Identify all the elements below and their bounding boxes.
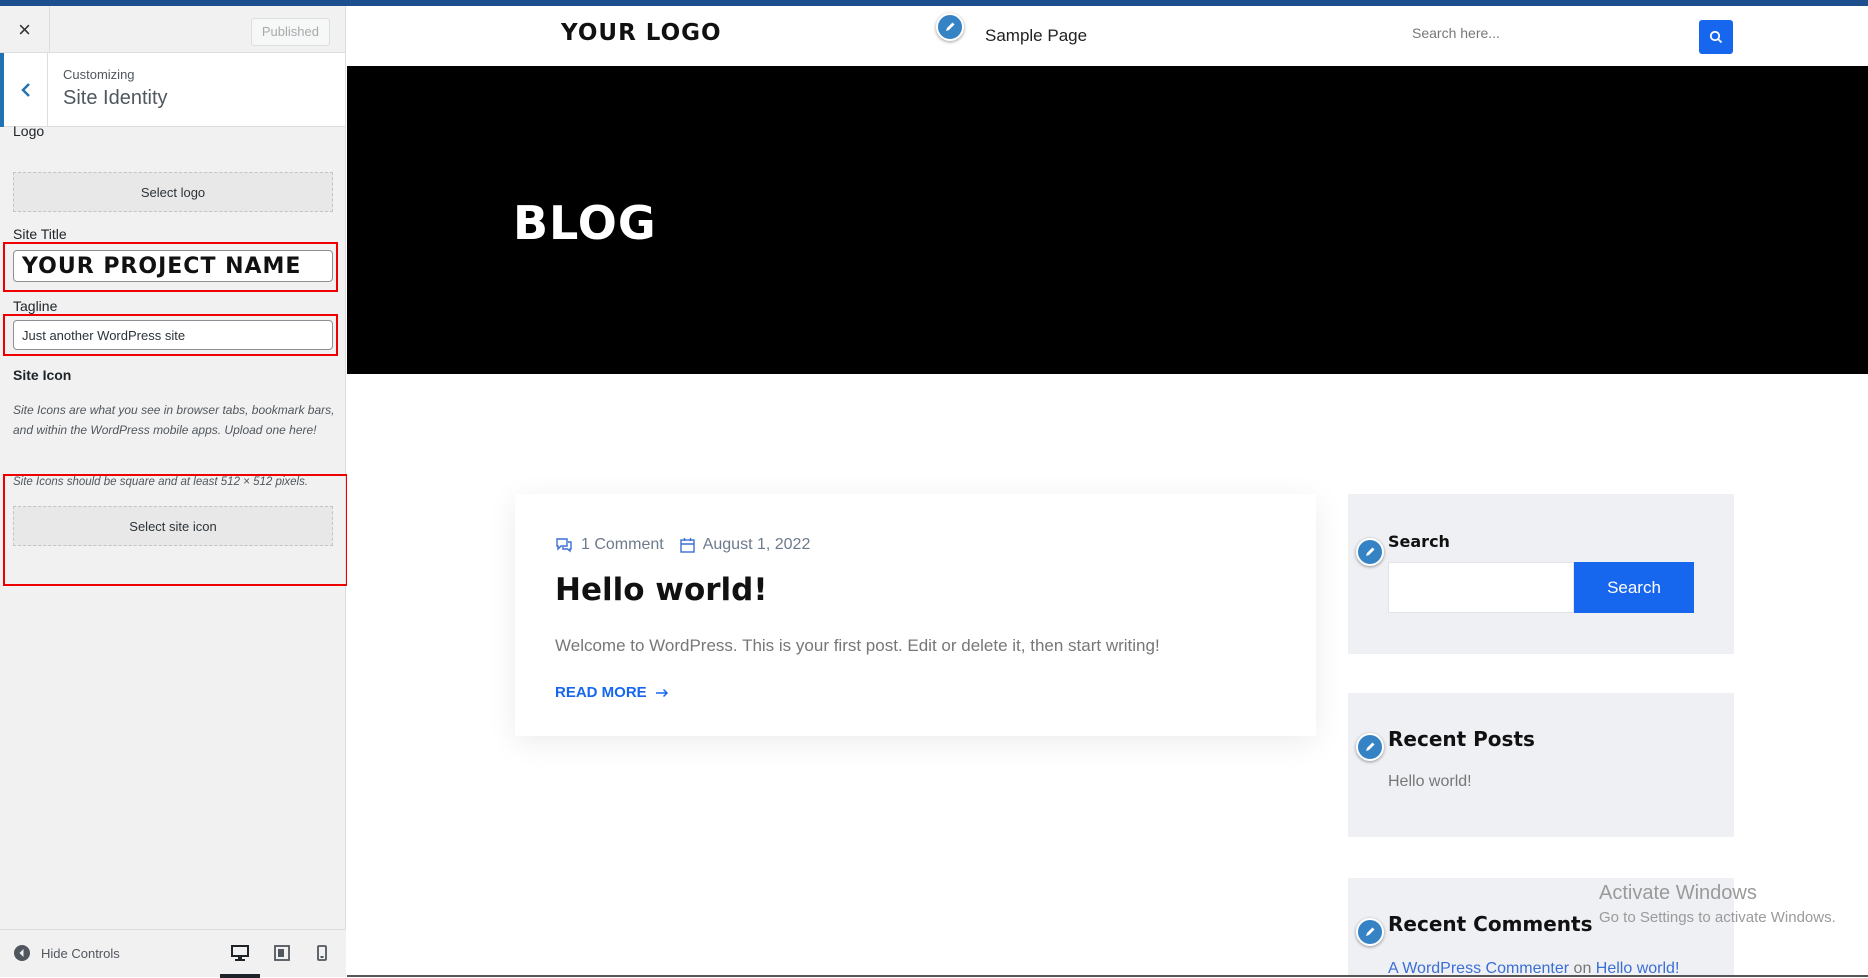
read-more-link[interactable]: READ MORE bbox=[555, 684, 669, 701]
watermark-line-1: Activate Windows bbox=[1599, 882, 1836, 905]
widget-search-button[interactable]: Search bbox=[1574, 562, 1694, 613]
pencil-icon bbox=[944, 21, 956, 33]
edit-shortcut-button[interactable] bbox=[936, 13, 964, 41]
customizer-footer: Hide Controls bbox=[0, 929, 346, 977]
comments-icon bbox=[555, 537, 573, 553]
site-logo[interactable]: YOUR LOGO bbox=[561, 20, 722, 46]
header-search-input[interactable]: Search here... bbox=[1402, 16, 1632, 50]
site-header: YOUR LOGO Sample Page Search here... bbox=[347, 6, 1868, 66]
recent-comments-title: Recent Comments bbox=[1388, 912, 1593, 936]
post-card: 1 Comment August 1, 2022 Hello world! We… bbox=[515, 494, 1316, 736]
site-icon-description: Site Icons are what you see in browser t… bbox=[13, 400, 338, 440]
arrow-right-icon bbox=[655, 688, 669, 698]
site-preview: YOUR LOGO Sample Page Search here... BLO… bbox=[347, 6, 1868, 977]
nav-sample-page[interactable]: Sample Page bbox=[985, 26, 1087, 46]
edit-recent-comments-button[interactable] bbox=[1356, 918, 1384, 946]
watermark-line-2: Go to Settings to activate Windows. bbox=[1599, 909, 1836, 926]
recent-posts-widget: Recent Posts Hello world! bbox=[1348, 693, 1734, 837]
mobile-icon bbox=[317, 945, 327, 961]
site-title-label: Site Title bbox=[13, 226, 67, 242]
post-title[interactable]: Hello world! bbox=[555, 572, 768, 608]
tagline-input[interactable]: Just another WordPress site bbox=[13, 320, 333, 350]
site-title-value: YOUR PROJECT NAME bbox=[22, 254, 301, 279]
pencil-icon bbox=[1364, 741, 1376, 753]
date-value: August 1, 2022 bbox=[703, 536, 811, 554]
post-date[interactable]: August 1, 2022 bbox=[680, 536, 811, 554]
post-excerpt: Welcome to WordPress. This is your first… bbox=[555, 636, 1160, 656]
edit-recent-posts-button[interactable] bbox=[1356, 733, 1384, 761]
recent-post-link[interactable]: Hello world! bbox=[1388, 773, 1472, 791]
collapse-arrow-icon bbox=[13, 944, 31, 962]
hero-banner: BLOG bbox=[347, 66, 1868, 374]
site-title-input[interactable]: YOUR PROJECT NAME bbox=[13, 250, 333, 282]
breadcrumb: Customizing bbox=[63, 67, 135, 82]
select-logo-button[interactable]: Select logo bbox=[13, 172, 333, 212]
edit-search-widget-button[interactable] bbox=[1356, 538, 1384, 566]
publish-button[interactable]: Published bbox=[251, 18, 330, 46]
customizer-header: × Published bbox=[0, 6, 345, 53]
tablet-icon bbox=[274, 945, 290, 961]
tagline-value: Just another WordPress site bbox=[22, 328, 185, 343]
hero-title: BLOG bbox=[513, 196, 657, 250]
recent-posts-title: Recent Posts bbox=[1388, 727, 1535, 751]
chevron-left-icon bbox=[20, 82, 32, 98]
pencil-icon bbox=[1364, 926, 1376, 938]
tablet-preview-button[interactable] bbox=[270, 942, 294, 964]
section-header: Customizing Site Identity bbox=[0, 53, 345, 127]
pencil-icon bbox=[1364, 546, 1376, 558]
section-title: Site Identity bbox=[63, 87, 168, 110]
close-icon: × bbox=[18, 17, 31, 43]
post-meta: 1 Comment August 1, 2022 bbox=[555, 536, 826, 554]
search-widget-title: Search bbox=[1388, 532, 1450, 551]
windows-activation-watermark: Activate Windows Go to Settings to activ… bbox=[1599, 882, 1836, 926]
search-icon bbox=[1709, 30, 1723, 44]
back-button[interactable] bbox=[0, 53, 48, 127]
desktop-icon bbox=[231, 945, 249, 961]
read-more-label: READ MORE bbox=[555, 684, 647, 701]
customizer-sidebar: × Published Customizing Site Identity Lo… bbox=[0, 6, 346, 977]
logo-label: Logo bbox=[13, 123, 44, 139]
close-customizer-button[interactable]: × bbox=[0, 6, 50, 53]
calendar-icon bbox=[680, 537, 695, 553]
desktop-preview-button[interactable] bbox=[228, 942, 252, 964]
site-icon-note: Site Icons should be square and at least… bbox=[13, 472, 343, 492]
widget-search-input[interactable] bbox=[1388, 562, 1574, 613]
search-widget: Search Search bbox=[1348, 494, 1734, 654]
header-search-button[interactable] bbox=[1699, 20, 1733, 54]
hide-controls-button[interactable]: Hide Controls bbox=[13, 944, 120, 962]
hide-controls-label: Hide Controls bbox=[41, 946, 120, 961]
site-icon-label: Site Icon bbox=[13, 367, 71, 383]
mobile-preview-button[interactable] bbox=[310, 942, 334, 964]
post-comments[interactable]: 1 Comment bbox=[555, 536, 664, 554]
comments-count: 1 Comment bbox=[581, 536, 664, 554]
tagline-label: Tagline bbox=[13, 298, 57, 314]
select-site-icon-button[interactable]: Select site icon bbox=[13, 506, 333, 546]
